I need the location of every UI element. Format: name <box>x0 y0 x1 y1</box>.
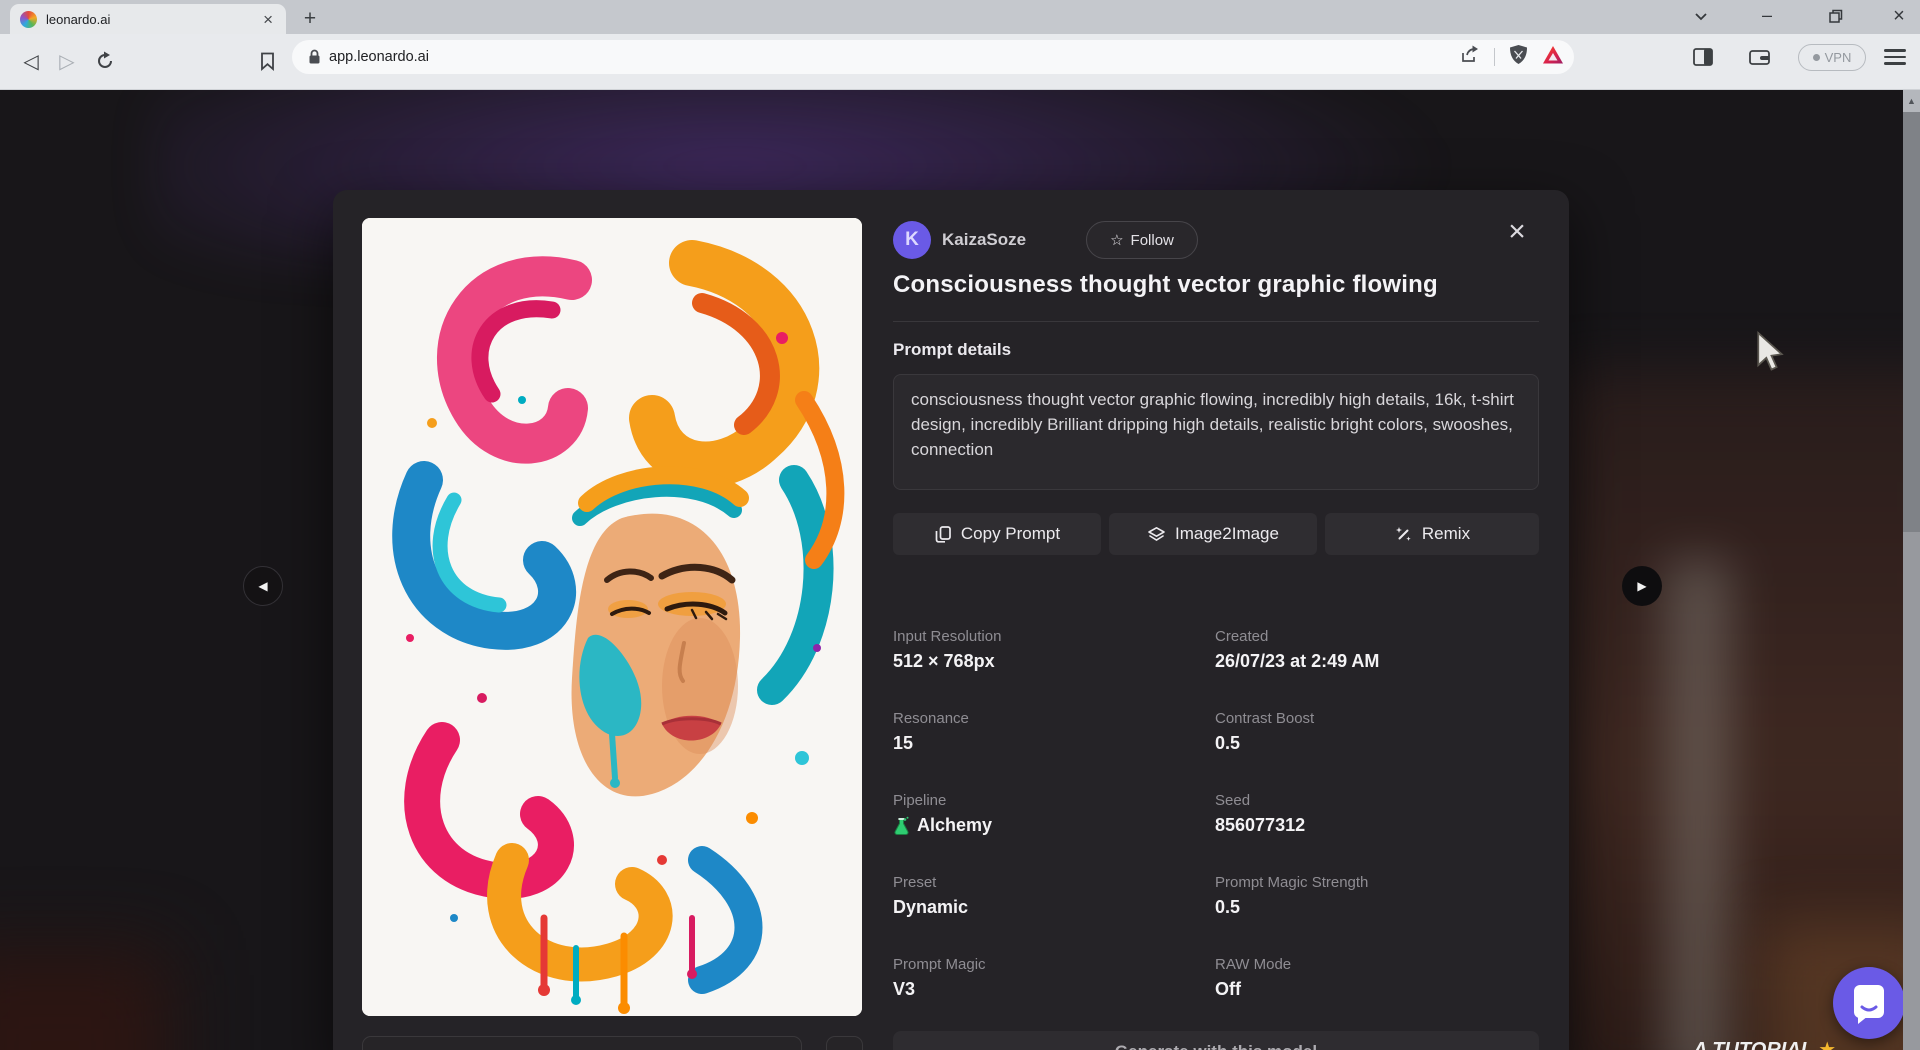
prompt-text: consciousness thought vector graphic flo… <box>893 374 1539 490</box>
window-restore-icon[interactable] <box>1820 5 1850 29</box>
reload-button[interactable] <box>88 44 122 78</box>
url-bar[interactable]: app.leonardo.ai <box>292 40 1574 74</box>
back-button[interactable]: ◁ <box>14 44 48 78</box>
alchemy-flask-icon <box>893 816 910 836</box>
prompt-details-heading: Prompt details <box>893 340 1011 360</box>
new-tab-button[interactable]: + <box>297 6 323 32</box>
remix-wand-icon <box>1394 525 1413 544</box>
detail-input-resolution: Input Resolution 512 × 768px <box>893 628 1215 672</box>
sidebar-panel-icon[interactable] <box>1692 46 1714 73</box>
generate-with-model-button[interactable]: Generate with this model <box>893 1031 1539 1050</box>
image-footer-button[interactable] <box>826 1036 863 1050</box>
generated-image[interactable] <box>362 218 862 1016</box>
previous-image-button[interactable]: ◀ <box>243 566 283 606</box>
detail-seed: Seed 856077312 <box>1215 792 1539 836</box>
brave-rewards-triangle-icon[interactable] <box>1542 45 1564 70</box>
url-text: app.leonardo.ai <box>329 49 429 65</box>
copy-prompt-button[interactable]: Copy Prompt <box>893 513 1101 555</box>
divider <box>893 321 1539 322</box>
brave-shield-icon[interactable] <box>1509 44 1528 70</box>
wallet-icon[interactable] <box>1748 46 1771 73</box>
scrollbar-up-icon[interactable]: ▲ <box>1903 90 1920 112</box>
username[interactable]: KaizaSoze <box>942 230 1026 250</box>
window-close-icon[interactable]: × <box>1884 5 1914 29</box>
image-footer-bar[interactable] <box>362 1036 802 1050</box>
star-icon: ☆ <box>1110 231 1123 249</box>
detail-prompt-magic-strength: Prompt Magic Strength 0.5 <box>1215 874 1539 918</box>
avatar[interactable]: K <box>893 221 931 259</box>
detail-prompt-magic: Prompt Magic V3 <box>893 956 1215 1000</box>
browser-tab[interactable]: leonardo.ai × <box>10 4 286 34</box>
generation-details: Input Resolution 512 × 768px Created 26/… <box>893 628 1539 1000</box>
detail-pipeline: Pipeline Alchemy <box>893 792 1215 836</box>
follow-button[interactable]: ☆ Follow <box>1086 221 1198 259</box>
leonardo-favicon <box>20 11 37 28</box>
tab-title: leonardo.ai <box>46 12 251 27</box>
browser-titlebar <box>0 0 1920 34</box>
bookmark-icon[interactable] <box>250 44 284 78</box>
window-dropdown-icon[interactable] <box>1686 5 1716 29</box>
chat-icon <box>1847 980 1891 1026</box>
vpn-button[interactable]: VPN <box>1798 44 1866 71</box>
mouse-cursor <box>1752 330 1788 379</box>
modal-close-icon[interactable]: × <box>1500 216 1534 250</box>
detail-preset: Preset Dynamic <box>893 874 1215 918</box>
screen: leonardo.ai × + – × ◁ ▷ app.leonardo.ai <box>0 0 1920 1050</box>
backdrop-blur <box>0 950 170 1050</box>
detail-contrast-boost: Contrast Boost 0.5 <box>1215 710 1539 754</box>
follow-label: Follow <box>1131 232 1174 249</box>
support-chat-button[interactable] <box>1833 967 1905 1039</box>
forward-button: ▷ <box>50 44 84 78</box>
backdrop-blur <box>1666 560 1730 1050</box>
scrollbar-thumb[interactable] <box>1903 112 1920 532</box>
detail-raw-mode: RAW Mode Off <box>1215 956 1539 1000</box>
image-title: Consciousness thought vector graphic flo… <box>893 271 1543 299</box>
spark-icon: ★ <box>1818 1039 1836 1050</box>
window-minimize-icon[interactable]: – <box>1752 5 1782 29</box>
watermark-partial: A TUTORIAL ★ <box>1693 1037 1893 1050</box>
lock-icon <box>308 49 321 65</box>
copy-icon <box>934 525 952 544</box>
next-image-button[interactable]: ▶ <box>1622 566 1662 606</box>
layers-icon <box>1147 525 1166 544</box>
share-icon[interactable] <box>1459 44 1480 70</box>
divider <box>1494 48 1495 66</box>
vpn-dot-icon <box>1813 54 1820 61</box>
image2image-button[interactable]: Image2Image <box>1109 513 1317 555</box>
detail-resonance: Resonance 15 <box>893 710 1215 754</box>
remix-button[interactable]: Remix <box>1325 513 1539 555</box>
tab-close-icon[interactable]: × <box>260 11 276 28</box>
vpn-label: VPN <box>1825 50 1852 65</box>
detail-created: Created 26/07/23 at 2:49 AM <box>1215 628 1539 672</box>
menu-icon[interactable] <box>1884 46 1906 68</box>
